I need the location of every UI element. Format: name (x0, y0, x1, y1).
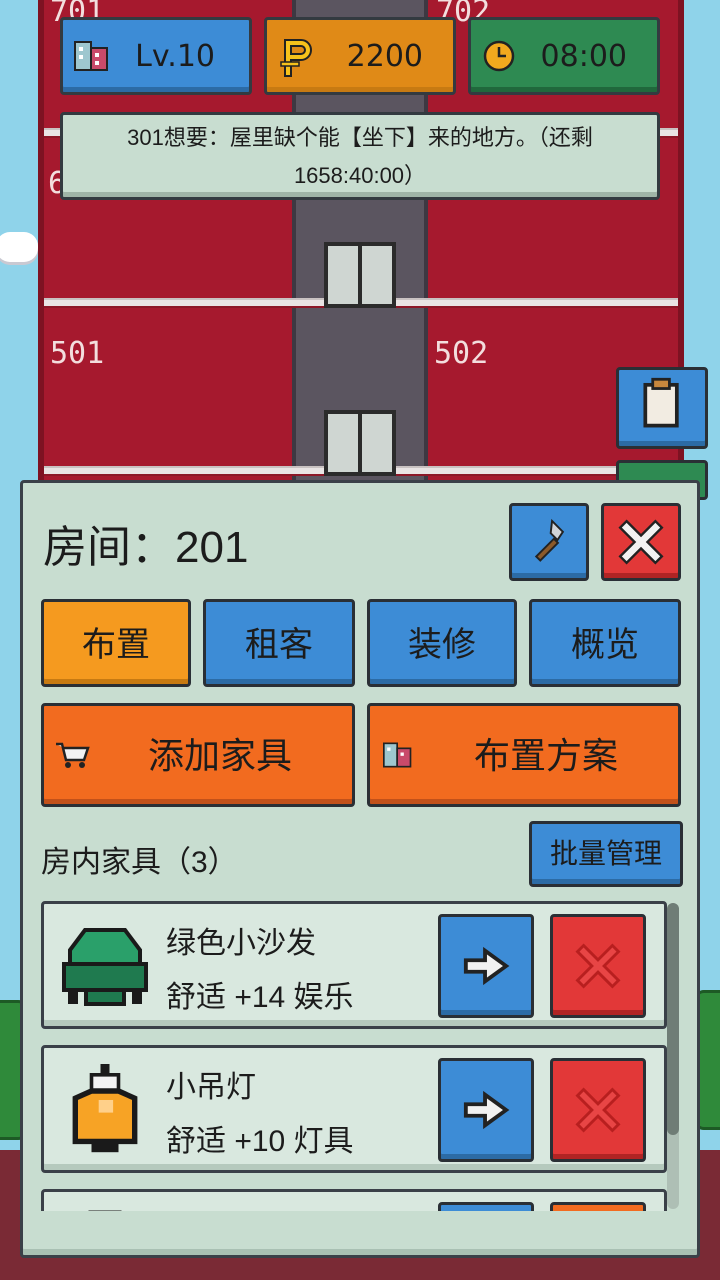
furniture-stat: 舒适 +14 娱乐 (166, 981, 354, 1014)
room-panel: 房间：201 布置 租客 装修 概览 添加家具 布置方案 房内家具（3） 批量管… (20, 480, 700, 1258)
move-furniture-button[interactable] (438, 1202, 534, 1211)
coin-amount: 2200 (346, 38, 423, 74)
time-display[interactable]: 08:00 (468, 17, 660, 95)
furniture-item[interactable] (41, 1189, 667, 1211)
pendant-lamp-icon (72, 1064, 138, 1153)
furniture-name: 小吊灯 (166, 1071, 256, 1104)
furniture-list-scroll-thumb[interactable] (667, 903, 679, 1135)
clipboard-icon (643, 377, 679, 428)
add-furniture-button[interactable]: 添加家具 (41, 703, 355, 807)
furniture-item[interactable]: 绿色小沙发 舒适 +14 娱乐 (41, 901, 667, 1029)
move-furniture-button[interactable] (438, 914, 534, 1018)
building-icon (383, 742, 412, 768)
furniture-list[interactable]: 绿色小沙发 舒适 +14 娱乐 小吊灯 舒适 +10 灯具 (41, 901, 701, 1211)
clipboard-button[interactable] (616, 367, 708, 449)
remove-furniture-button[interactable] (550, 914, 646, 1018)
clock-icon (483, 40, 515, 72)
arrow-right-icon (463, 946, 510, 986)
elevator-car[interactable] (324, 410, 396, 476)
furniture-item[interactable]: 小吊灯 舒适 +10 灯具 (41, 1045, 667, 1173)
batch-manage-button[interactable]: 批量管理 (529, 821, 683, 887)
level-display[interactable]: Lv.10 (60, 17, 252, 95)
cart-icon (56, 742, 90, 768)
tab-overview[interactable]: 概览 (529, 599, 681, 687)
furniture-stat: 舒适 +10 灯具 (166, 1125, 354, 1158)
hammer-icon (534, 518, 565, 562)
furniture-section-title: 房内家具（3） (41, 846, 238, 879)
room-number-502: 502 (434, 336, 489, 371)
coin-display[interactable]: 2200 (264, 17, 456, 95)
tenant-request-text: 301想要：屋里缺个能【坐下】来的地方。（还剩1658:40:00） (127, 125, 593, 188)
build-button[interactable] (509, 503, 589, 581)
elevator-car[interactable] (324, 242, 396, 308)
furniture-icon (88, 1210, 122, 1211)
add-furniture-label: 添加家具 (148, 735, 293, 776)
arrow-right-icon (463, 1090, 510, 1130)
layout-plan-label: 布置方案 (474, 735, 619, 776)
move-furniture-button[interactable] (438, 1058, 534, 1162)
cloud-decoration (0, 232, 38, 262)
close-button[interactable] (601, 503, 681, 581)
time-text: 08:00 (540, 38, 627, 74)
remove-furniture-button[interactable] (550, 1202, 646, 1211)
coin-icon (280, 39, 312, 77)
remove-furniture-button[interactable] (550, 1058, 646, 1162)
remove-icon (575, 1087, 621, 1133)
close-icon (618, 519, 664, 565)
layout-plan-button[interactable]: 布置方案 (367, 703, 681, 807)
tab-layout[interactable]: 布置 (41, 599, 191, 687)
furniture-name: 绿色小沙发 (166, 927, 316, 960)
room-number-501: 501 (50, 336, 105, 371)
level-text: Lv.10 (135, 38, 215, 74)
green-sofa-icon (62, 928, 148, 1006)
tab-decorate[interactable]: 装修 (367, 599, 517, 687)
remove-icon (575, 943, 621, 989)
tab-tenants[interactable]: 租客 (203, 599, 355, 687)
tenant-request-banner[interactable]: 301想要：屋里缺个能【坐下】来的地方。（还剩1658:40:00） (60, 112, 660, 200)
room-title: 房间：201 (43, 523, 249, 572)
building-icon (74, 41, 108, 71)
